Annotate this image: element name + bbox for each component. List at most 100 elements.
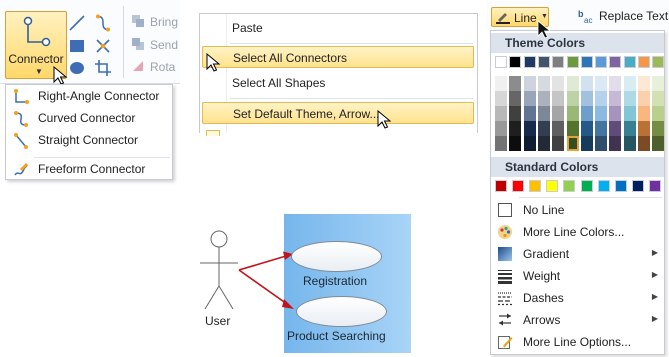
standard-color-swatch[interactable] <box>512 180 524 192</box>
line-tool-icon[interactable] <box>68 14 86 32</box>
menu-item-select-all-connectors[interactable]: Select All Connectors <box>202 46 474 68</box>
theme-shade-swatch[interactable] <box>595 106 607 121</box>
theme-shade-swatch[interactable] <box>552 91 564 106</box>
theme-shade-swatch[interactable] <box>624 121 636 136</box>
menu-item-freeform-connector[interactable]: Freeform Connector <box>6 159 172 180</box>
menu-item-weight[interactable]: Weight ▶ <box>491 265 664 287</box>
theme-color-swatch[interactable] <box>638 56 650 68</box>
theme-shade-swatch[interactable] <box>595 76 607 91</box>
connection-point-icon[interactable] <box>94 37 112 55</box>
theme-shade-swatch[interactable] <box>581 136 593 151</box>
theme-color-swatch[interactable] <box>567 56 579 68</box>
association-arrows[interactable] <box>238 251 294 310</box>
theme-color-swatch[interactable] <box>509 56 521 68</box>
theme-shade-swatch[interactable] <box>624 106 636 121</box>
theme-shade-swatch[interactable] <box>609 91 621 106</box>
theme-shade-swatch[interactable] <box>538 106 550 121</box>
theme-color-swatch[interactable] <box>524 56 536 68</box>
theme-shade-swatch[interactable] <box>609 121 621 136</box>
theme-shade-swatch[interactable] <box>624 76 636 91</box>
menu-item-right-angle-connector[interactable]: Right-Angle Connector <box>6 86 172 107</box>
theme-shade-swatch[interactable] <box>609 136 621 151</box>
theme-shade-swatch[interactable] <box>552 106 564 121</box>
theme-shade-swatch[interactable] <box>567 91 579 106</box>
theme-shade-swatch[interactable] <box>524 136 536 151</box>
theme-shade-swatch[interactable] <box>524 121 536 136</box>
standard-color-swatch[interactable] <box>615 180 627 192</box>
standard-color-swatch[interactable] <box>529 180 541 192</box>
menu-item-no-line[interactable]: No Line <box>491 199 664 221</box>
standard-color-swatch[interactable] <box>581 180 593 192</box>
theme-color-swatch[interactable] <box>609 56 621 68</box>
menu-item-dashes[interactable]: Dashes ▶ <box>491 287 664 309</box>
theme-shade-swatch[interactable] <box>581 121 593 136</box>
theme-shade-swatch[interactable] <box>509 91 521 106</box>
theme-shade-swatch[interactable] <box>524 106 536 121</box>
menu-item-curved-connector[interactable]: Curved Connector <box>6 108 172 129</box>
theme-shade-swatch[interactable] <box>652 136 664 151</box>
standard-color-swatch[interactable] <box>649 180 661 192</box>
theme-shade-swatch[interactable] <box>624 91 636 106</box>
standard-color-swatch[interactable] <box>546 180 558 192</box>
theme-color-swatch[interactable] <box>538 56 550 68</box>
theme-shade-swatch[interactable] <box>638 121 650 136</box>
theme-shade-swatch[interactable] <box>538 76 550 91</box>
replace-text-label[interactable]: Replace Text <box>599 9 668 23</box>
theme-shade-swatch[interactable] <box>552 76 564 91</box>
theme-shade-swatch[interactable] <box>652 91 664 106</box>
theme-shade-swatch[interactable] <box>567 121 579 136</box>
standard-color-swatch[interactable] <box>563 180 575 192</box>
menu-item-gradient[interactable]: Gradient ▶ <box>491 243 664 265</box>
theme-color-swatch[interactable] <box>495 56 507 68</box>
theme-shade-swatch[interactable] <box>638 106 650 121</box>
theme-shade-swatch[interactable] <box>495 136 507 151</box>
theme-shade-swatch[interactable] <box>609 76 621 91</box>
theme-shade-swatch[interactable] <box>495 76 507 91</box>
theme-shade-swatch[interactable] <box>495 106 507 121</box>
theme-shade-swatch[interactable] <box>595 91 607 106</box>
theme-shade-swatch[interactable] <box>509 121 521 136</box>
standard-color-swatch[interactable] <box>495 180 507 192</box>
crop-tool-icon[interactable] <box>94 59 112 77</box>
theme-color-swatch[interactable] <box>652 56 664 68</box>
theme-shade-swatch[interactable] <box>495 91 507 106</box>
theme-shade-swatch[interactable] <box>581 106 593 121</box>
theme-shade-swatch[interactable] <box>638 91 650 106</box>
theme-shade-swatch[interactable] <box>552 136 564 151</box>
theme-shade-swatch[interactable] <box>509 76 521 91</box>
menu-item-more-line-colors[interactable]: More Line Colors... <box>491 221 664 243</box>
menu-item-set-default-theme[interactable]: Set Default Theme, Arrow... <box>202 102 474 124</box>
standard-color-swatch[interactable] <box>598 180 610 192</box>
theme-shade-swatch[interactable] <box>624 136 636 151</box>
theme-shade-swatch[interactable] <box>567 76 579 91</box>
theme-shade-swatch[interactable] <box>567 136 579 151</box>
menu-item-paste[interactable]: Paste <box>202 17 474 39</box>
theme-shade-swatch[interactable] <box>581 76 593 91</box>
theme-shade-swatch[interactable] <box>581 91 593 106</box>
theme-shade-swatch[interactable] <box>509 136 521 151</box>
theme-shade-swatch[interactable] <box>638 76 650 91</box>
theme-color-swatch[interactable] <box>595 56 607 68</box>
theme-color-swatch[interactable] <box>581 56 593 68</box>
theme-shade-swatch[interactable] <box>538 136 550 151</box>
theme-shade-swatch[interactable] <box>595 136 607 151</box>
theme-shade-swatch[interactable] <box>524 91 536 106</box>
theme-shade-swatch[interactable] <box>538 121 550 136</box>
ellipse-tool-icon[interactable] <box>68 59 86 77</box>
theme-shade-swatch[interactable] <box>552 121 564 136</box>
theme-shade-swatch[interactable] <box>509 106 521 121</box>
rectangle-tool-icon[interactable] <box>68 37 86 55</box>
theme-shade-swatch[interactable] <box>567 106 579 121</box>
theme-shade-swatch[interactable] <box>495 121 507 136</box>
curve-tool-icon[interactable] <box>94 14 112 32</box>
theme-color-swatch[interactable] <box>624 56 636 68</box>
theme-shade-swatch[interactable] <box>652 121 664 136</box>
standard-color-swatch[interactable] <box>632 180 644 192</box>
menu-item-more-line-options[interactable]: More Line Options... <box>491 331 664 353</box>
theme-shade-swatch[interactable] <box>652 76 664 91</box>
menu-item-select-all-shapes[interactable]: Select All Shapes <box>202 72 474 94</box>
theme-shade-swatch[interactable] <box>652 106 664 121</box>
menu-item-straight-connector[interactable]: Straight Connector <box>6 130 172 151</box>
theme-color-swatch[interactable] <box>552 56 564 68</box>
actor-figure[interactable] <box>200 230 238 310</box>
